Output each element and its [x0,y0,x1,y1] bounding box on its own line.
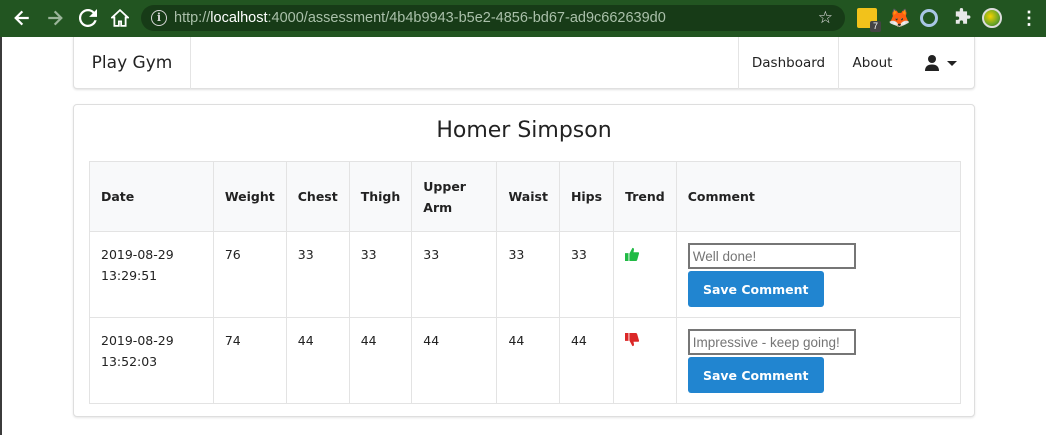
header-chest: Chest [285,161,350,232]
assessment-card: Homer Simpson Date Weight Chest Thigh Up… [73,104,975,417]
save-comment-button[interactable]: Save Comment [687,271,824,307]
table-row: 2019-08-29 13:29:51 76 33 33 33 33 33 We… [89,231,962,318]
home-icon[interactable] [109,7,131,29]
caret-down-icon [947,60,957,66]
header-hips: Hips [558,161,615,232]
date-cell: 2019-08-29 13:29:51 [89,231,214,318]
comment-cell: Save Comment [675,231,962,318]
hips-cell: 33 [558,231,615,318]
top-navbar: Play Gym Dashboard About [73,37,975,89]
brand-logo-text[interactable]: Play Gym [74,37,191,89]
user-menu-dropdown[interactable] [906,37,976,89]
header-comment: Comment [675,161,962,232]
page: Play Gym Dashboard About Homer Simpson D… [2,37,1046,435]
header-thigh: Thigh [348,161,413,232]
chest-cell: 44 [285,317,350,404]
waist-cell: 33 [496,231,560,318]
weight-cell: 76 [212,231,287,318]
thumbs-up-icon [625,247,640,261]
comment-input[interactable] [687,243,856,269]
chest-cell: 33 [285,231,350,318]
weight-cell: 74 [212,317,287,404]
table-row: 2019-08-29 13:52:03 74 44 44 44 44 44 Im… [89,317,962,404]
back-arrow-icon[interactable] [11,7,33,29]
upper-arm-cell: 33 [411,231,498,318]
assessment-table: Date Weight Chest Thigh Upper Arm Waist … [89,161,962,404]
thigh-cell: 33 [348,231,413,318]
upper-arm-cell: 44 [411,317,498,404]
url-text[interactable]: http://localhost:4000/assessment/4b4b994… [174,9,666,27]
header-trend: Trend [613,161,677,232]
forward-arrow-icon[interactable] [44,7,66,29]
metamask-fox-icon[interactable]: 🦊 [888,8,910,28]
profile-avatar-icon[interactable] [982,8,1002,28]
header-date: Date [89,161,214,232]
trend-cell [613,231,677,318]
ring-extension-icon[interactable] [920,9,938,27]
table-header-row: Date Weight Chest Thigh Upper Arm Waist … [89,161,962,232]
hips-cell: 44 [558,317,615,404]
site-info-icon[interactable]: i [151,10,167,26]
address-bar[interactable]: i http://localhost:4000/assessment/4b4b9… [141,5,845,31]
date-text: 2019-08-29 [101,333,174,348]
header-waist: Waist [496,161,560,232]
bookmark-star-icon[interactable]: ☆ [818,8,833,28]
browser-menu-icon[interactable]: ⋮ [1020,9,1038,27]
date-text: 2019-08-29 [101,247,174,262]
comment-cell: Save Comment [675,317,962,404]
browser-toolbar: i http://localhost:4000/assessment/4b4b9… [0,0,1046,37]
header-upper-arm: Upper Arm [411,161,498,232]
reload-icon[interactable] [77,7,99,29]
notes-extension-icon[interactable]: 7 [857,8,881,32]
comment-input[interactable] [687,329,856,355]
date-cell: 2019-08-29 13:52:03 [89,317,214,404]
thumbs-down-icon [625,333,640,347]
waist-cell: 44 [496,317,560,404]
extension-badge: 7 [869,21,881,32]
thigh-cell: 44 [348,317,413,404]
extensions-puzzle-icon[interactable] [952,8,972,28]
member-name-title: Homer Simpson [436,118,612,143]
nav-dashboard-link[interactable]: Dashboard [738,37,838,89]
trend-cell [613,317,677,404]
time-text: 13:29:51 [101,268,158,283]
header-weight: Weight [212,161,287,232]
time-text: 13:52:03 [101,354,158,369]
user-icon [925,55,939,71]
nav-about-link[interactable]: About [838,37,906,89]
save-comment-button[interactable]: Save Comment [687,357,824,393]
